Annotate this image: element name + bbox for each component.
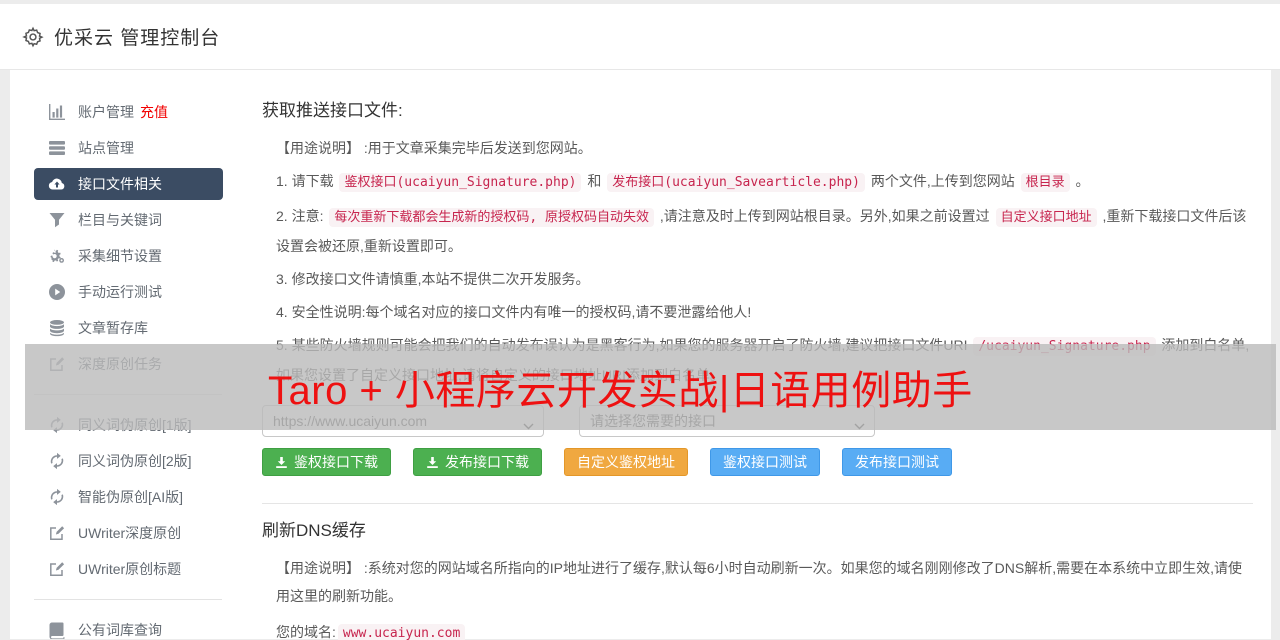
sidebar-item[interactable]: 手动运行测试 <box>10 274 252 310</box>
download-button[interactable]: 发布接口下载 <box>413 448 542 476</box>
sidebar-item-label: 账户管理 <box>78 104 134 120</box>
gear-icon <box>22 26 44 48</box>
section-title-dns: 刷新DNS缓存 <box>262 521 366 540</box>
button-label: 鉴权接口下载 <box>294 454 378 470</box>
instruction-paragraph: 3. 修改接口文件请慎重,本站不提供二次开发服务。 <box>262 265 1253 293</box>
instruction-paragraph: 1. 请下载 鉴权接口(ucaiyun_Signature.php) 和 发布接… <box>262 167 1253 197</box>
test-button[interactable]: 鉴权接口测试 <box>710 448 820 476</box>
section-title-api: 获取推送接口文件: <box>262 101 403 120</box>
usage-note-dns: 【用途说明】 :系统对您的网站域名所指向的IP地址进行了缓存,默认每6小时自动刷… <box>276 560 1243 604</box>
bar-chart-icon <box>48 103 66 121</box>
sidebar-item-label: 手动运行测试 <box>78 284 162 300</box>
paragraph-text: 4. 安全性说明:每个域名对应的接口文件内有唯一的授权码,请不要泄露给他人! <box>276 304 752 320</box>
instruction-paragraph: 4. 安全性说明:每个域名对应的接口文件内有唯一的授权码,请不要泄露给他人! <box>262 298 1253 326</box>
download-button[interactable]: 鉴权接口下载 <box>262 448 391 476</box>
selects-row: https://www.ucaiyun.com 请选择您需要的接口 <box>262 405 1253 437</box>
site-select[interactable]: https://www.ucaiyun.com <box>262 405 544 437</box>
sidebar-divider <box>34 599 222 600</box>
inline-code: 自定义接口地址 <box>995 208 1097 227</box>
inline-code: 每次重新下载都会生成新的授权码, 原授权码自动失效 <box>329 208 655 227</box>
site-select-wrap: https://www.ucaiyun.com <box>262 405 544 437</box>
instruction-paragraph: 2. 注意: 每次重新下载都会生成新的授权码, 原授权码自动失效 ,请注意及时上… <box>262 202 1253 260</box>
button-label: 发布接口测试 <box>855 454 939 470</box>
paragraph-text: ,请注意及时上传到网站根目录。另外,如果之前设置过 <box>656 208 994 224</box>
sidebar-item-label: 栏目与关键词 <box>78 212 162 228</box>
refresh-icon <box>48 416 66 434</box>
paragraph-text: 3. 修改接口文件请慎重,本站不提供二次开发服务。 <box>276 271 590 287</box>
paragraph-text: 两个文件,上传到您网站 <box>866 173 1019 189</box>
sidebar-item-label: 同义词伪原创[2版] <box>78 453 192 469</box>
server-icon <box>48 139 66 157</box>
edit-icon <box>48 355 66 373</box>
main-content: 获取推送接口文件: 【用途说明】 :用于文章采集完毕后发送到您网站。 1. 请下… <box>252 70 1271 640</box>
sidebar-item[interactable]: 站点管理 <box>10 130 252 166</box>
button-label: 自定义鉴权地址 <box>577 454 675 470</box>
sidebar-item-label: 公有词库查询 <box>78 622 162 638</box>
download-icon <box>426 456 439 469</box>
sidebar-item[interactable]: 采集细节设置 <box>10 238 252 274</box>
action-buttons: 鉴权接口下载 发布接口下载 自定义鉴权地址 鉴权接口测试 发布接口测试 <box>262 448 1253 476</box>
sidebar-item[interactable]: 同义词伪原创[1版] <box>10 407 252 443</box>
sidebar-item-label: 智能伪原创[AI版] <box>78 489 184 505</box>
sidebar-item-label: 接口文件相关 <box>78 176 162 192</box>
inline-code: /ucaiyun_Signature.php <box>973 337 1156 356</box>
sidebar-item[interactable]: UWriter原创标题 <box>10 551 252 587</box>
sidebar-item[interactable]: 账户管理 充值 <box>10 94 252 130</box>
test-button[interactable]: 发布接口测试 <box>842 448 952 476</box>
recharge-badge[interactable]: 充值 <box>140 102 168 122</box>
sidebar-item-label: 文章暂存库 <box>78 320 148 336</box>
sidebar-item[interactable]: 文章暂存库 <box>10 310 252 346</box>
cloud-upload-icon <box>48 175 66 193</box>
sidebar-divider <box>34 394 222 395</box>
sidebar-item[interactable]: 公有词库查询 <box>10 612 252 640</box>
paragraph-text: 5. 某些防火墙规则可能会把我们的自动发布误认为是黑客行为,如果您的服务器开启了… <box>276 337 972 353</box>
domain-line: 您的域名: www.ucaiyun.com <box>262 618 1253 640</box>
database-icon <box>48 319 66 337</box>
refresh-icon <box>48 452 66 470</box>
custom-auth-button[interactable]: 自定义鉴权地址 <box>564 448 688 476</box>
sidebar-item-label: 站点管理 <box>78 140 134 156</box>
instruction-paragraph: 5. 某些防火墙规则可能会把我们的自动发布误认为是黑客行为,如果您的服务器开启了… <box>262 331 1253 389</box>
section-divider <box>262 503 1253 504</box>
sidebar-item-label: 采集细节设置 <box>78 248 162 264</box>
app-title: 优采云 管理控制台 <box>54 28 221 49</box>
sidebar-item-label: 同义词伪原创[1版] <box>78 417 192 433</box>
button-label: 发布接口下载 <box>445 454 529 470</box>
button-label: 鉴权接口测试 <box>723 454 807 470</box>
sidebar-item[interactable]: 接口文件相关 <box>34 168 223 200</box>
content-card: 账户管理 充值站点管理接口文件相关 栏目与关键词 采集细节设置 手动运行测试 文章暂存库深… <box>10 70 1276 640</box>
interface-select-wrap: 请选择您需要的接口 <box>579 405 875 437</box>
domain-value: www.ucaiyun.com <box>337 624 466 640</box>
domain-label: 您的域名: <box>276 624 336 640</box>
usage-note-api: 【用途说明】 :用于文章采集完毕后发送到您网站。 <box>276 140 592 156</box>
sidebar-item-label: UWriter深度原创 <box>78 525 182 541</box>
paragraph-text: 1. 请下载 <box>276 173 338 189</box>
sidebar-item-label: 深度原创任务 <box>78 356 162 372</box>
download-icon <box>275 456 288 469</box>
book-icon <box>48 621 66 639</box>
edit-icon <box>48 560 66 578</box>
interface-select[interactable]: 请选择您需要的接口 <box>579 405 875 437</box>
play-icon <box>48 283 66 301</box>
sidebar-item[interactable]: 同义词伪原创[2版] <box>10 443 252 479</box>
sidebar-item[interactable]: 栏目与关键词 <box>10 202 252 238</box>
sidebar-item[interactable]: 智能伪原创[AI版] <box>10 479 252 515</box>
sidebar-menu: 账户管理 充值站点管理接口文件相关 栏目与关键词 采集细节设置 手动运行测试 文章暂存库深… <box>10 70 252 639</box>
sidebar-item[interactable]: 深度原创任务 <box>10 346 252 382</box>
inline-code: 鉴权接口(ucaiyun_Signature.php) <box>339 173 582 192</box>
gears-icon <box>48 247 66 265</box>
inline-code: 根目录 <box>1020 173 1070 192</box>
edit-icon <box>48 524 66 542</box>
sidebar-item[interactable]: UWriter深度原创 <box>10 515 252 551</box>
paragraph-text: 。 <box>1071 173 1090 189</box>
sidebar-item-label: UWriter原创标题 <box>78 561 182 577</box>
paragraph-text: 2. 注意: <box>276 208 328 224</box>
api-instructions: 1. 请下载 鉴权接口(ucaiyun_Signature.php) 和 发布接… <box>262 167 1253 389</box>
funnel-icon <box>48 211 66 229</box>
refresh-icon <box>48 488 66 506</box>
paragraph-text: 和 <box>583 173 606 189</box>
inline-code: 发布接口(ucaiyun_Savearticle.php) <box>607 173 865 192</box>
app-header: 优采云 管理控制台 <box>0 4 1280 70</box>
